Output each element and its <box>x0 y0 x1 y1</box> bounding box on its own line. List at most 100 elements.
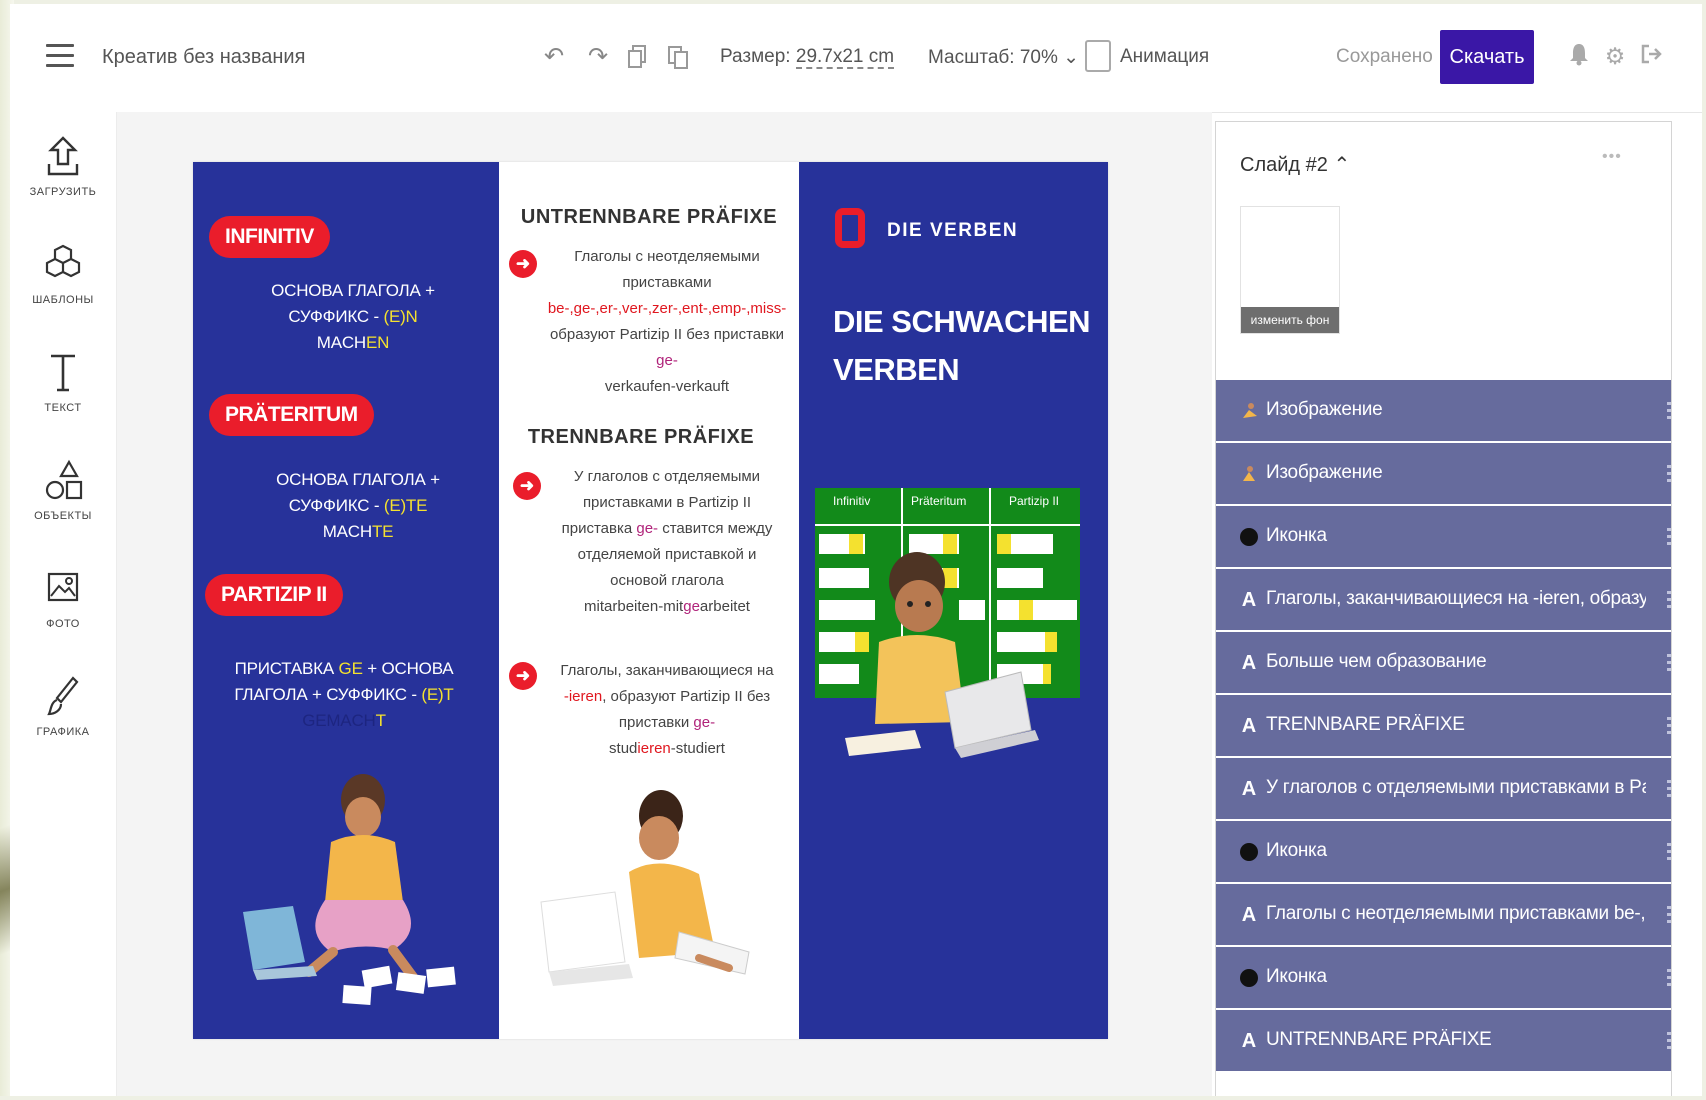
trennbare-text[interactable]: У глаголов с отделяемыми приставками в P… <box>539 464 795 620</box>
arrow-right-icon[interactable]: ➜ <box>509 662 537 690</box>
layer-name: UNTRENNBARE PRÄFIXE <box>1266 1029 1492 1050</box>
brochure-panel-middle[interactable]: UNTRENNBARE PRÄFIXE ➜ Глаголы с неотделя… <box>499 162 799 1039</box>
drag-handle-icon[interactable] <box>1667 591 1671 609</box>
sidebar-item-objects[interactable]: ОБЪЕКТЫ <box>10 458 116 558</box>
icon-layer-icon <box>1238 526 1260 548</box>
trennbare-heading[interactable]: TRENNBARE PRÄFIXE <box>491 426 791 449</box>
untrennbare-heading[interactable]: UNTRENNBARE PRÄFIXE <box>499 206 799 229</box>
text-layer-icon: A <box>1241 904 1257 926</box>
girl-laptop-illustration[interactable] <box>213 762 483 1012</box>
partizip-pill[interactable]: PARTIZIP II <box>205 574 343 616</box>
layer-name: Больше чем образование <box>1266 651 1487 672</box>
sidebar-item-photo[interactable]: ФОТО <box>10 566 116 666</box>
layer-name: Глаголы, заканчивающиеся на -ieren, обра… <box>1266 588 1646 609</box>
animation-label: Анимация <box>1120 46 1210 67</box>
layer-item[interactable]: A Глаголы, заканчивающиеся на -ieren, об… <box>1216 569 1671 632</box>
table-header: Präteritum <box>911 494 967 508</box>
paste-icon[interactable] <box>666 44 690 70</box>
layer-name: Изображение <box>1266 399 1383 420</box>
workspace: INFINITIV ОСНОВА ГЛАГОЛА + СУФФИКС - (E)… <box>117 112 1212 1096</box>
layer-name: Иконка <box>1266 840 1327 861</box>
drag-handle-icon[interactable] <box>1667 843 1671 861</box>
prateritum-pill[interactable]: PRÄTERITUM <box>209 394 374 436</box>
left-tool-sidebar: ЗАГРУЗИТЬ ШАБЛОНЫ ТЕКСТ ОБЪЕКТЫ ФОТО ГРА… <box>10 112 117 1096</box>
drag-handle-icon[interactable] <box>1667 780 1671 798</box>
prateritum-rule[interactable]: ОСНОВА ГЛАГОЛА + СУФФИКС - (E)TE MACHTE <box>223 467 493 545</box>
sidebar-item-label: ФОТО <box>46 618 80 630</box>
editor-app: Креатив без названия ↶ ↷ Размер: 29.7x21… <box>10 4 1702 1096</box>
upload-icon <box>47 136 79 176</box>
logo-text[interactable]: DIE VERBEN <box>887 220 1018 242</box>
layer-item[interactable]: Иконка <box>1216 947 1671 1010</box>
document-title[interactable]: Креатив без названия <box>102 46 305 69</box>
size-control[interactable]: Размер: 29.7x21 cm <box>720 46 895 69</box>
undo-icon[interactable]: ↶ <box>542 44 566 70</box>
drag-handle-icon[interactable] <box>1667 654 1671 672</box>
sidebar-item-templates[interactable]: ШАБЛОНЫ <box>10 242 116 342</box>
layer-name: У глаголов с отделяемыми приставками в P… <box>1266 777 1646 798</box>
size-value[interactable]: 29.7x21 cm <box>795 46 895 69</box>
layers-panel: Слайд #2 ⌃ ••• изменить фон Изображение … <box>1215 121 1672 1096</box>
sidebar-item-label: ОБЪЕКТЫ <box>34 510 92 522</box>
drag-handle-icon[interactable] <box>1667 402 1671 420</box>
ieren-text[interactable]: Глаголы, заканчивающиеся на -ieren, обра… <box>539 658 795 762</box>
top-toolbar: Креатив без названия ↶ ↷ Размер: 29.7x21… <box>10 4 1702 113</box>
layer-item[interactable]: A Больше чем образование <box>1216 632 1671 695</box>
layer-item[interactable]: A TRENNBARE PRÄFIXE <box>1216 695 1671 758</box>
drag-handle-icon[interactable] <box>1667 906 1671 924</box>
layer-item[interactable]: A У глаголов с отделяемыми приставками в… <box>1216 758 1671 821</box>
brochure-panel-right[interactable]: DIE VERBEN DIE SCHWACHEN VERBEN Infiniti… <box>799 162 1108 1039</box>
gear-icon[interactable]: ⚙ <box>1602 42 1628 70</box>
copy-icon[interactable] <box>626 44 650 70</box>
drag-handle-icon[interactable] <box>1667 1032 1671 1050</box>
logo-square-icon <box>835 208 865 248</box>
image-icon <box>47 572 79 602</box>
scale-dropdown[interactable]: Масштаб: 70% ⌄ <box>928 46 1079 69</box>
drag-handle-icon[interactable] <box>1667 465 1671 483</box>
sidebar-item-upload[interactable]: ЗАГРУЗИТЬ <box>10 134 116 234</box>
infinitiv-rule[interactable]: ОСНОВА ГЛАГОЛА + СУФФИКС - (E)N MACHEN <box>223 278 483 356</box>
sidebar-item-label: ТЕКСТ <box>44 402 82 414</box>
arrow-right-icon[interactable]: ➜ <box>513 472 541 500</box>
partizip-rule[interactable]: ПРИСТАВКА GE + ОСНОВА ГЛАГОЛА + СУФФИКС … <box>209 656 479 734</box>
layer-item[interactable]: A Глаголы с неотделяемыми приставками be… <box>1216 884 1671 947</box>
sidebar-item-label: ГРАФИКА <box>36 726 90 738</box>
redo-icon[interactable]: ↷ <box>586 44 610 70</box>
animation-checkbox[interactable] <box>1085 40 1111 72</box>
logout-icon[interactable] <box>1638 42 1664 70</box>
boy-laptop-illustration[interactable] <box>825 542 1055 772</box>
table-header: Infinitiv <box>833 494 871 508</box>
drag-handle-icon[interactable] <box>1667 528 1671 546</box>
layer-item[interactable]: Иконка <box>1216 821 1671 884</box>
brochure-panel-left[interactable]: INFINITIV ОСНОВА ГЛАГОЛА + СУФФИКС - (E)… <box>193 162 499 1039</box>
drag-handle-icon[interactable] <box>1667 717 1671 735</box>
change-background-button[interactable]: изменить фон <box>1241 307 1339 333</box>
hamburger-menu-icon[interactable] <box>46 44 74 68</box>
sidebar-item-text[interactable]: ТЕКСТ <box>10 350 116 450</box>
text-icon <box>51 354 75 392</box>
slide-thumbnail[interactable]: изменить фон <box>1240 206 1340 334</box>
drag-handle-icon[interactable] <box>1667 969 1671 987</box>
brush-icon <box>47 676 79 716</box>
image-layer-icon <box>1238 400 1260 422</box>
more-options-icon[interactable]: ••• <box>1602 148 1622 166</box>
layer-item[interactable]: Изображение <box>1216 443 1671 506</box>
layer-item[interactable]: A UNTRENNBARE PRÄFIXE <box>1216 1010 1671 1073</box>
arrow-right-icon[interactable]: ➜ <box>509 250 537 278</box>
image-layer-icon <box>1238 463 1260 485</box>
untrennbare-text[interactable]: Глаголы с неотделяемыми приставками be-,… <box>539 244 795 400</box>
slide-canvas[interactable]: INFINITIV ОСНОВА ГЛАГОЛА + СУФФИКС - (E)… <box>193 162 1108 1039</box>
sidebar-item-label: ШАБЛОНЫ <box>32 294 94 306</box>
layer-item[interactable]: Иконка <box>1216 506 1671 569</box>
download-button[interactable]: Скачать <box>1440 30 1534 84</box>
sidebar-item-graphics[interactable]: ГРАФИКА <box>10 674 116 774</box>
text-layer-icon: A <box>1241 589 1257 611</box>
layer-item[interactable]: Изображение <box>1216 380 1671 443</box>
girl-laptop-illustration[interactable] <box>529 782 769 1002</box>
slide-title-dropdown[interactable]: Слайд #2 ⌃ <box>1240 152 1350 177</box>
text-layer-icon: A <box>1241 715 1257 737</box>
text-layer-icon: A <box>1241 1030 1257 1052</box>
infinitiv-pill[interactable]: INFINITIV <box>209 216 330 258</box>
cover-title[interactable]: DIE SCHWACHEN VERBEN <box>833 298 1091 394</box>
bell-icon[interactable] <box>1566 42 1592 70</box>
